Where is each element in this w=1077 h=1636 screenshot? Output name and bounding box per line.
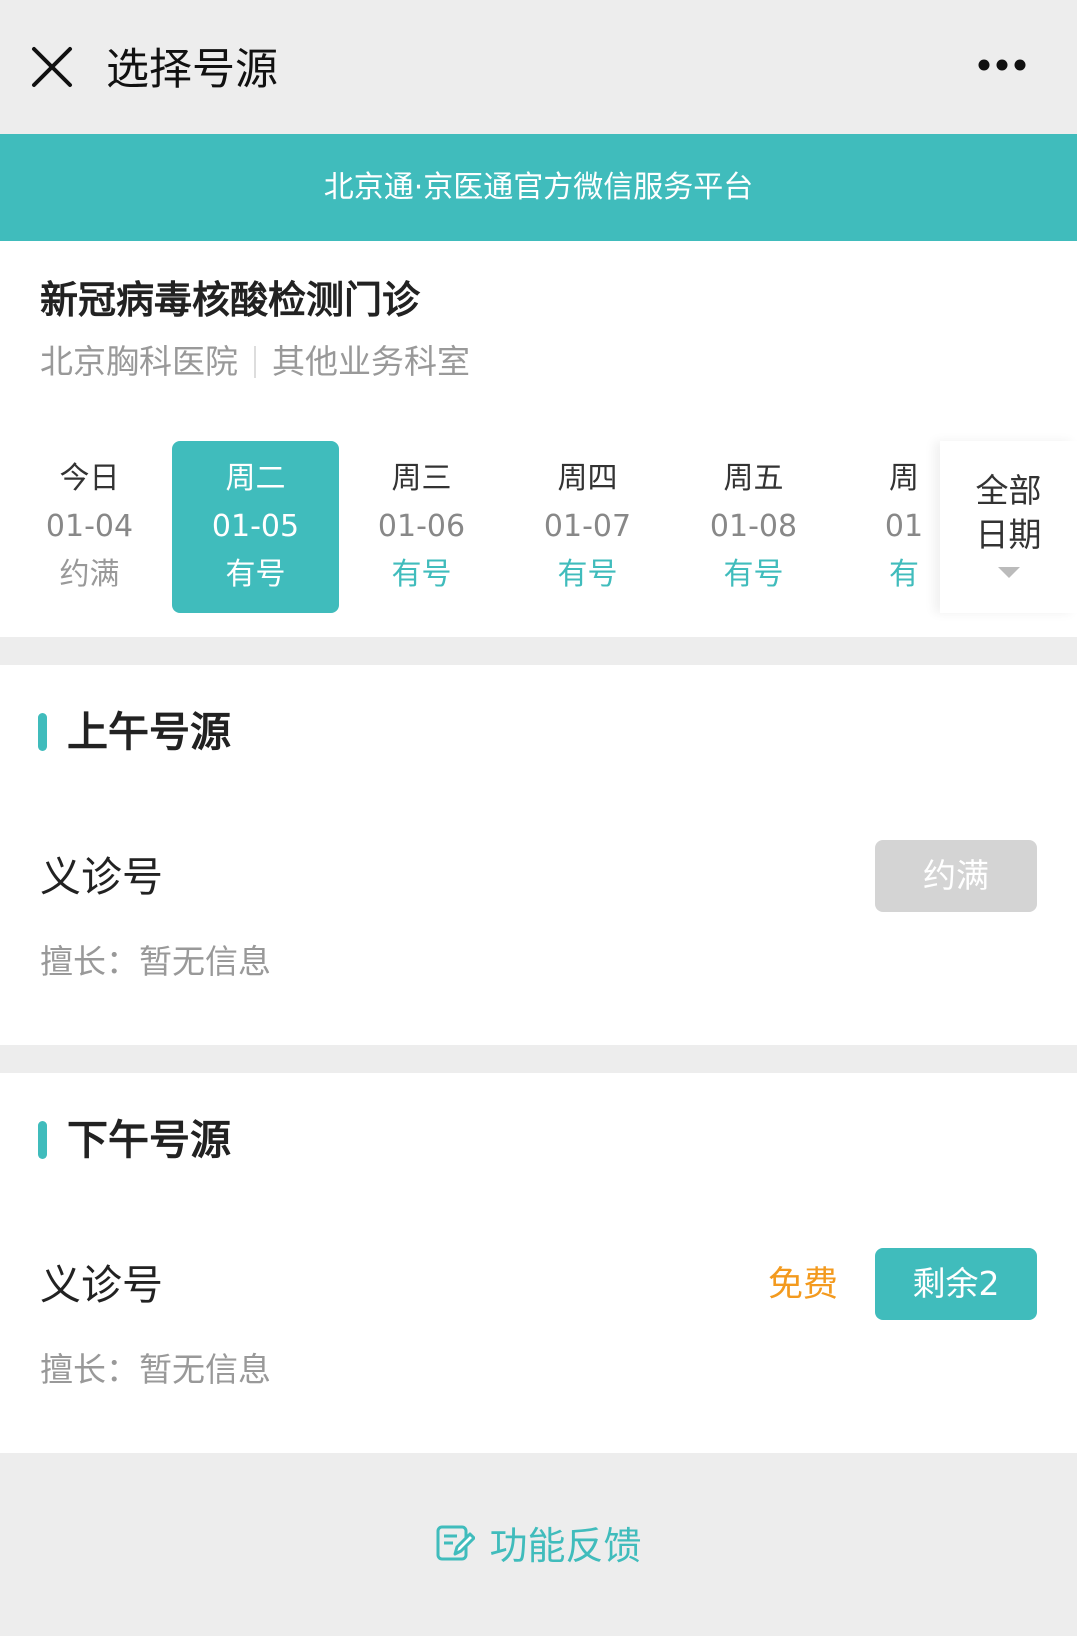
date-status: 约满 xyxy=(59,557,120,592)
feedback-link[interactable]: 功能反馈 xyxy=(0,1497,1077,1587)
section-title: 下午号源 xyxy=(38,1111,231,1169)
date-status: 有号 xyxy=(557,557,618,592)
date-cell-selected[interactable]: 周二 01-05 有号 xyxy=(172,441,339,613)
date-weekday: 今日 xyxy=(59,461,120,496)
date-status: 有号 xyxy=(225,557,286,592)
chevron-down-icon xyxy=(997,567,1020,578)
title-bar: 选择号源 xyxy=(0,0,1077,134)
date-status: 有号 xyxy=(391,557,452,592)
all-dates-label-2: 日期 xyxy=(975,515,1042,554)
date-date: 01-06 xyxy=(377,509,466,544)
date-weekday: 周五 xyxy=(723,461,784,496)
slot-name: 义诊号 xyxy=(40,853,163,901)
hospital-name: 北京胸科医院 xyxy=(40,342,238,381)
page-title: 选择号源 xyxy=(106,45,278,95)
all-dates-button[interactable]: 全部 日期 xyxy=(940,441,1077,613)
date-cell-today[interactable]: 今日 01-04 约满 xyxy=(6,441,173,613)
date-date: 01-04 xyxy=(45,509,134,544)
date-weekday: 周 xyxy=(889,461,919,496)
slot-full-button[interactable]: 约满 xyxy=(875,840,1037,912)
section-title-text: 下午号源 xyxy=(67,1116,231,1164)
date-date: 01-05 xyxy=(211,509,300,544)
accent-bar xyxy=(38,1121,47,1159)
slot-name: 义诊号 xyxy=(40,1261,163,1309)
feedback-label: 功能反馈 xyxy=(489,1523,642,1568)
date-weekday: 周三 xyxy=(391,461,452,496)
date-weekday: 周四 xyxy=(557,461,618,496)
clinic-title: 新冠病毒核酸检测门诊 xyxy=(40,278,421,322)
date-cell-partial[interactable]: 周 01 有 xyxy=(818,441,940,613)
all-dates-label-1: 全部 xyxy=(975,471,1042,510)
date-weekday: 周二 xyxy=(225,461,286,496)
date-cell[interactable]: 周三 01-06 有号 xyxy=(338,441,505,613)
date-cell[interactable]: 周四 01-07 有号 xyxy=(504,441,671,613)
slot-price: 免费 xyxy=(768,1265,839,1305)
more-icon[interactable] xyxy=(977,58,1027,72)
date-date: 01 xyxy=(884,509,924,544)
date-date: 01-08 xyxy=(709,509,798,544)
date-selector[interactable]: 今日 01-04 约满 周二 01-05 有号 周三 01-06 有号 周四 0… xyxy=(0,441,940,621)
accent-bar xyxy=(38,713,47,751)
edit-icon xyxy=(436,1525,476,1561)
slot-book-button[interactable]: 剩余2 xyxy=(875,1248,1037,1320)
date-cell[interactable]: 周五 01-08 有号 xyxy=(670,441,837,613)
platform-banner: 北京通·京医通官方微信服务平台 xyxy=(0,134,1077,241)
close-icon[interactable] xyxy=(30,45,74,89)
date-date: 01-07 xyxy=(543,509,632,544)
date-status: 有 xyxy=(889,557,919,592)
department-name: 其他业务科室 xyxy=(272,342,470,381)
clinic-subtitle: 北京胸科医院 其他业务科室 xyxy=(40,337,470,387)
section-title-text: 上午号源 xyxy=(67,708,231,756)
clinic-header: 新冠病毒核酸检测门诊 北京胸科医院 其他业务科室 今日 01-04 约满 周二 … xyxy=(0,241,1077,637)
divider xyxy=(254,346,256,378)
date-status: 有号 xyxy=(723,557,784,592)
afternoon-section: 下午号源 义诊号 擅长：暂无信息 免费 剩余2 xyxy=(0,1073,1077,1453)
section-title: 上午号源 xyxy=(38,703,231,761)
morning-section: 上午号源 义诊号 擅长：暂无信息 约满 xyxy=(0,665,1077,1045)
slot-description: 擅长：暂无信息 xyxy=(40,1350,271,1389)
slot-description: 擅长：暂无信息 xyxy=(40,942,271,981)
